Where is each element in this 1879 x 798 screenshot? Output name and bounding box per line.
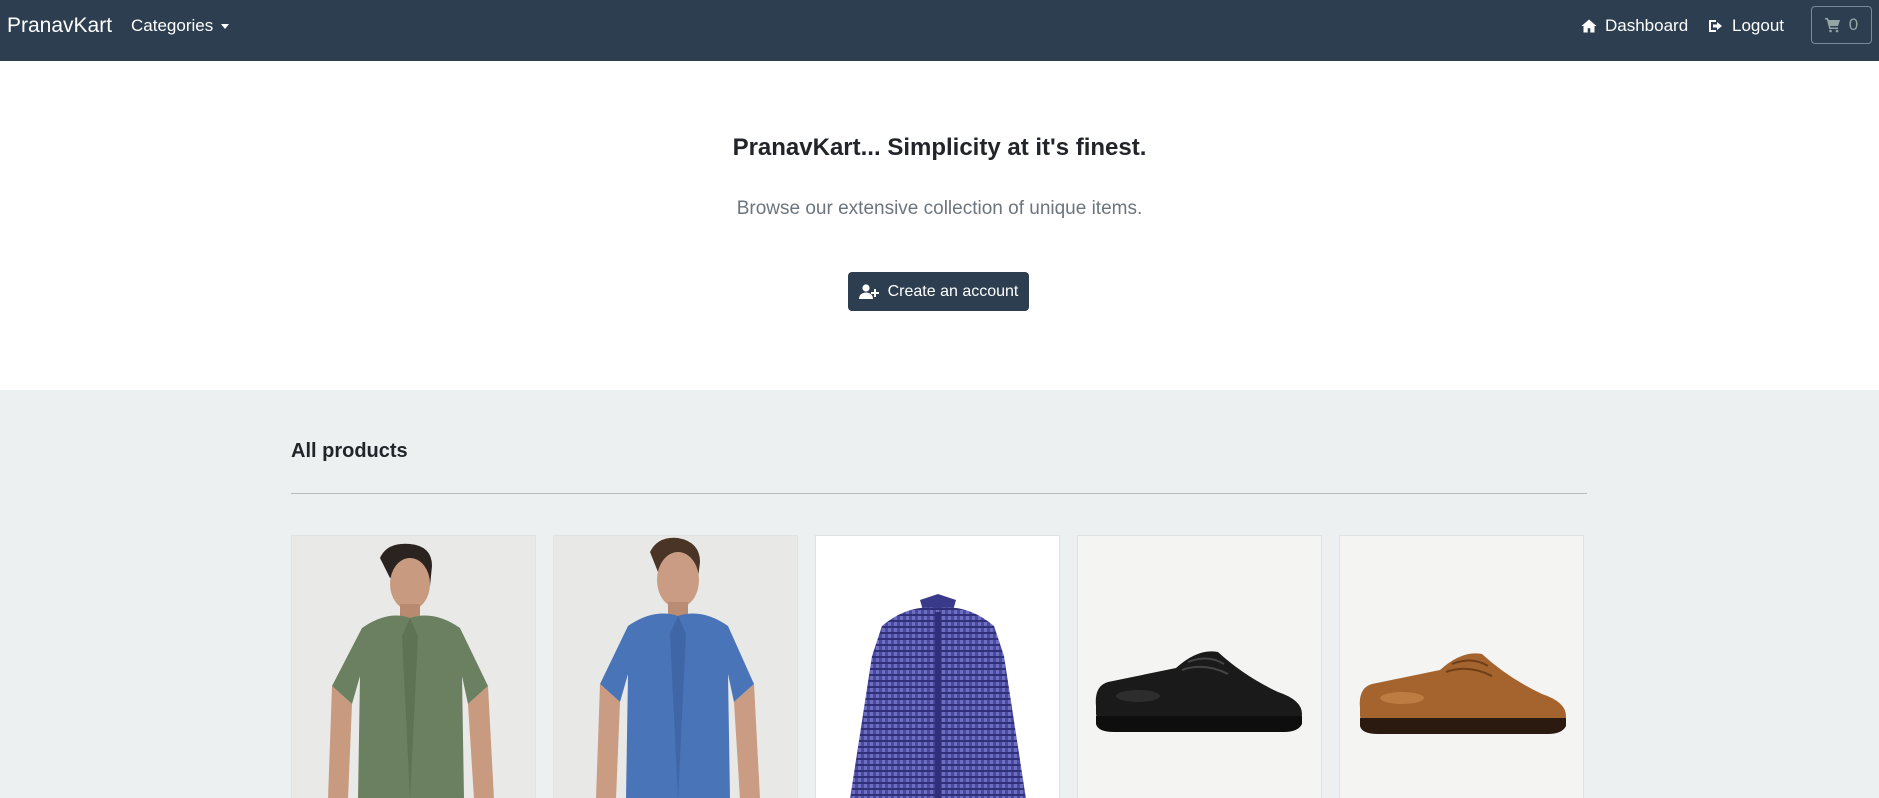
product-image-blue-shirt [554, 536, 797, 798]
shopping-cart-icon [1824, 18, 1840, 33]
product-image-black-shoe [1078, 536, 1321, 798]
home-icon [1581, 19, 1597, 33]
sign-out-icon [1709, 20, 1722, 32]
product-image-green-shirt [292, 536, 535, 798]
categories-dropdown[interactable]: Categories [131, 16, 230, 36]
cart-count: 0 [1848, 15, 1859, 34]
dashboard-label: Dashboard [1605, 16, 1689, 35]
user-plus-icon [858, 283, 879, 299]
dashboard-link[interactable]: Dashboard [1581, 16, 1688, 36]
product-image-tan-shoe [1340, 536, 1583, 798]
hero-subtitle: Browse our extensive collection of uniqu… [736, 198, 1143, 219]
categories-label: Categories [131, 16, 214, 35]
create-account-button[interactable]: Create an account [848, 272, 1029, 311]
section-title: All products [291, 440, 408, 462]
cart-button[interactable]: 0 [1811, 6, 1872, 44]
logout-label: Logout [1732, 16, 1784, 35]
product-card[interactable] [291, 535, 536, 798]
product-card[interactable] [553, 535, 798, 798]
logout-link[interactable]: Logout [1708, 16, 1784, 36]
products-section: All products [0, 390, 1879, 798]
divider [291, 493, 1587, 494]
product-card[interactable] [1077, 535, 1322, 798]
product-image-checked-shirt [816, 536, 1059, 798]
hero-section: PranavKart... Simplicity at it's finest.… [0, 61, 1879, 390]
product-card[interactable] [1339, 535, 1584, 798]
hero-title: PranavKart... Simplicity at it's finest. [732, 134, 1147, 161]
navbar: PranavKart Categories Dashboard Logout 0 [0, 0, 1879, 61]
brand-link[interactable]: PranavKart [7, 14, 112, 38]
product-card[interactable] [815, 535, 1060, 798]
caret-down-icon [221, 23, 230, 29]
create-account-label: Create an account [887, 282, 1019, 300]
